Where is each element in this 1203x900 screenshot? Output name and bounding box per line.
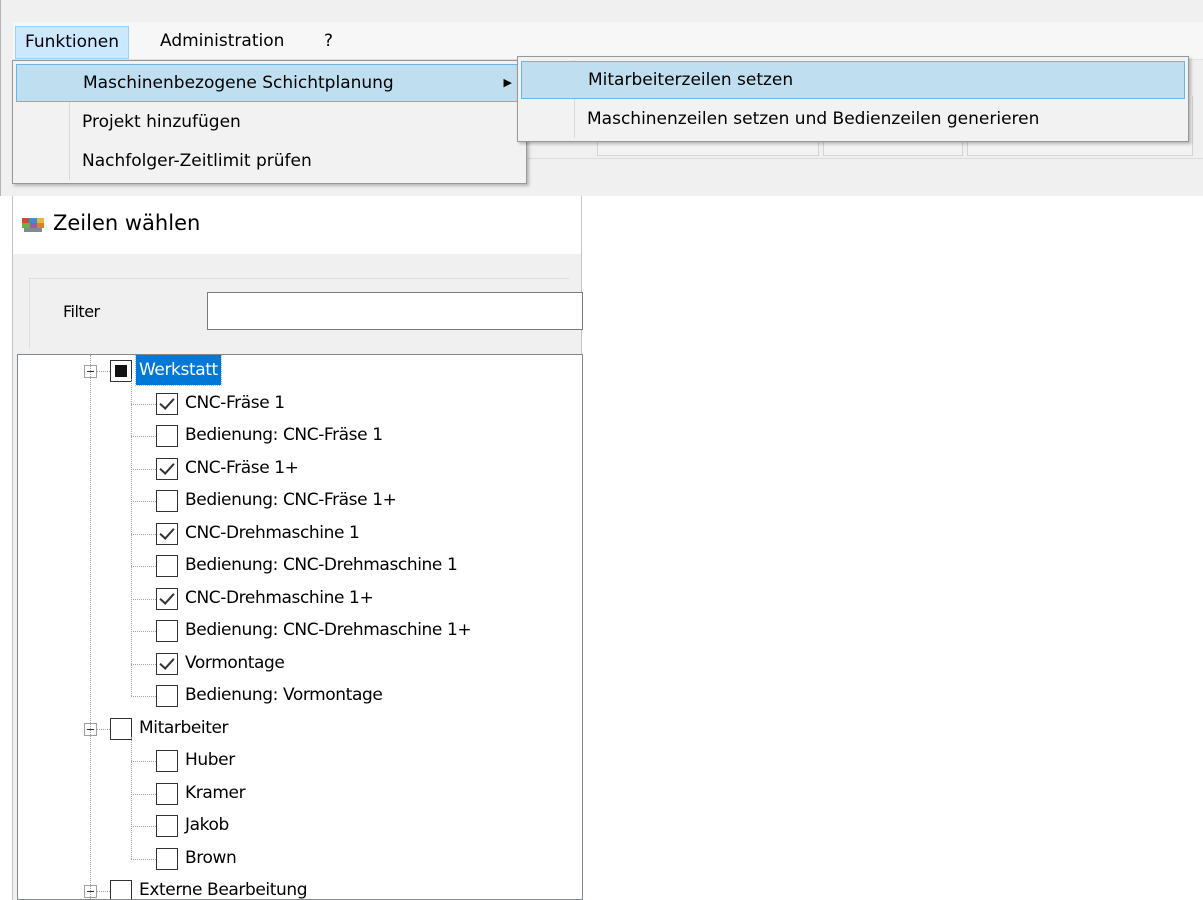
- checkbox[interactable]: [156, 652, 178, 675]
- filter-label: Filter: [63, 302, 100, 321]
- tree-node-label: Bedienung: CNC-Drehmaschine 1: [185, 555, 458, 575]
- dialog-titlebar: Zeilen wählen: [13, 196, 581, 254]
- tree-node-label: Mitarbeiter: [139, 717, 229, 738]
- tree-connector: [131, 379, 132, 696]
- tree-child-node[interactable]: Bedienung: Vormontage: [18, 680, 582, 712]
- tree-child-node[interactable]: CNC-Drehmaschine 1+: [18, 583, 582, 615]
- tree-child-node[interactable]: Brown: [18, 843, 582, 875]
- tree-connector: [131, 858, 156, 860]
- menu-item-label: Mitarbeiterzeilen setzen: [588, 70, 794, 90]
- tree-connector: [131, 631, 156, 632]
- tree-child-node[interactable]: Vormontage: [18, 648, 582, 680]
- menu-item-label: Maschinenbezogene Schichtplanung: [83, 73, 394, 93]
- tree-connector: [131, 736, 132, 859]
- tree-connector: [131, 468, 156, 470]
- tree-connector: [131, 403, 156, 405]
- tree-connector: [90, 355, 91, 899]
- tree-node-label: CNC-Fräse 1: [185, 392, 285, 413]
- tree-connector: [131, 566, 156, 567]
- checkbox[interactable]: [156, 782, 178, 805]
- tree-node-label: CNC-Drehmaschine 1+: [185, 587, 374, 608]
- checkbox[interactable]: [156, 522, 178, 545]
- tree-root-node[interactable]: Mitarbeiter: [18, 713, 582, 745]
- tree-connector: [131, 696, 156, 697]
- checkbox[interactable]: [156, 425, 178, 447]
- row-tree[interactable]: Werkstatt CNC-Fräse 1 Bedienung: CNC-Fräse…: [17, 354, 583, 900]
- filter-input[interactable]: [207, 292, 583, 330]
- menu-item-label: Projekt hinzufügen: [82, 112, 241, 132]
- tree-connector: [131, 436, 156, 437]
- tree-connector: [131, 663, 156, 665]
- tree-connector: [131, 598, 156, 600]
- tree-node-label: Kramer: [185, 782, 246, 803]
- tree-node-label: Huber: [185, 750, 235, 770]
- tree-node-label: Vormontage: [185, 652, 285, 673]
- dialog-title: Zeilen wählen: [53, 211, 201, 235]
- checkbox[interactable]: [156, 685, 178, 707]
- tree-child-node[interactable]: Bedienung: CNC-Fräse 1: [18, 420, 582, 452]
- menu-item-mitarbeiterzeilen[interactable]: Mitarbeiterzeilen setzen: [521, 61, 1185, 99]
- tree-child-node[interactable]: Bedienung: CNC-Drehmaschine 1+: [18, 615, 582, 647]
- menubar: Funktionen Administration ?: [13, 22, 1203, 60]
- checkbox[interactable]: [110, 880, 132, 899]
- menu-item-label: Maschinenzeilen setzen und Bedienzeilen …: [587, 109, 1040, 129]
- tree-child-node[interactable]: Bedienung: CNC-Fräse 1+: [18, 485, 582, 517]
- tree-child-node[interactable]: Huber: [18, 745, 582, 777]
- submenu-arrow-icon: ▶: [503, 76, 512, 89]
- zeilen-waehlen-dialog: Zeilen wählen Filter Werkstatt CNC-Fräse …: [12, 196, 583, 900]
- menu-help[interactable]: ?: [315, 26, 342, 59]
- tree-node-label: Jakob: [185, 815, 229, 835]
- tree-connector: [131, 826, 156, 827]
- schichtplanung-submenu: Mitarbeiterzeilen setzen Maschinenzeilen…: [517, 56, 1189, 142]
- tree-node-label: Brown: [185, 847, 237, 868]
- tree-node-label: Werkstatt: [135, 355, 222, 386]
- funktionen-dropdown: Maschinenbezogene Schichtplanung ▶ Proje…: [12, 60, 527, 184]
- tree-child-node[interactable]: CNC-Fräse 1+: [18, 453, 582, 485]
- tree-child-node[interactable]: Bedienung: CNC-Drehmaschine 1: [18, 550, 582, 582]
- checkbox[interactable]: [156, 815, 178, 837]
- tree-node-label: CNC-Fräse 1+: [185, 457, 299, 478]
- menu-administration[interactable]: Administration: [151, 26, 293, 59]
- menu-item-maschinenzeilen[interactable]: Maschinenzeilen setzen und Bedienzeilen …: [521, 101, 1185, 139]
- tree-node-label: Bedienung: CNC-Fräse 1: [185, 425, 383, 445]
- checkbox[interactable]: [156, 490, 178, 512]
- checkbox[interactable]: [156, 392, 178, 415]
- app-icon: [22, 218, 44, 232]
- tree-node-label: CNC-Drehmaschine 1: [185, 522, 360, 543]
- checkbox[interactable]: [156, 750, 178, 772]
- tree-child-node[interactable]: CNC-Fräse 1: [18, 388, 582, 420]
- tree-child-node[interactable]: Jakob: [18, 810, 582, 842]
- tree-connector: [97, 891, 110, 892]
- tree-connector: [131, 501, 156, 502]
- tree-node-label: Bedienung: CNC-Fräse 1+: [185, 490, 397, 510]
- tree-connector: [131, 533, 156, 535]
- tree-connector: [131, 761, 156, 762]
- menu-item-projekt-hinzufuegen[interactable]: Projekt hinzufügen: [16, 104, 523, 142]
- checkbox[interactable]: [156, 457, 178, 480]
- menu-item-schichtplanung[interactable]: Maschinenbezogene Schichtplanung ▶: [16, 64, 523, 102]
- checkbox[interactable]: [110, 717, 132, 740]
- tree-root-node[interactable]: Externe Bearbeitung: [18, 875, 582, 900]
- checkbox[interactable]: [156, 587, 178, 610]
- tree-connector: [97, 728, 110, 730]
- tree-child-node[interactable]: Kramer: [18, 778, 582, 810]
- tree-root-node[interactable]: Werkstatt: [18, 355, 582, 387]
- tree-node-label: Externe Bearbeitung: [139, 880, 308, 900]
- checkbox[interactable]: [110, 360, 132, 382]
- tree-child-node[interactable]: CNC-Drehmaschine 1: [18, 518, 582, 550]
- checkbox[interactable]: [156, 555, 178, 577]
- checkbox[interactable]: [156, 847, 178, 870]
- tree-connector: [97, 371, 110, 372]
- tree-node-label: Bedienung: CNC-Drehmaschine 1+: [185, 620, 472, 640]
- menu-funktionen[interactable]: Funktionen: [15, 26, 130, 59]
- tree-connector: [131, 793, 156, 795]
- checkbox[interactable]: [156, 620, 178, 642]
- tree-node-label: Bedienung: Vormontage: [185, 685, 383, 705]
- menu-item-nachfolger-zeitlimit[interactable]: Nachfolger-Zeitlimit prüfen: [16, 143, 523, 181]
- menu-item-label: Nachfolger-Zeitlimit prüfen: [82, 151, 312, 171]
